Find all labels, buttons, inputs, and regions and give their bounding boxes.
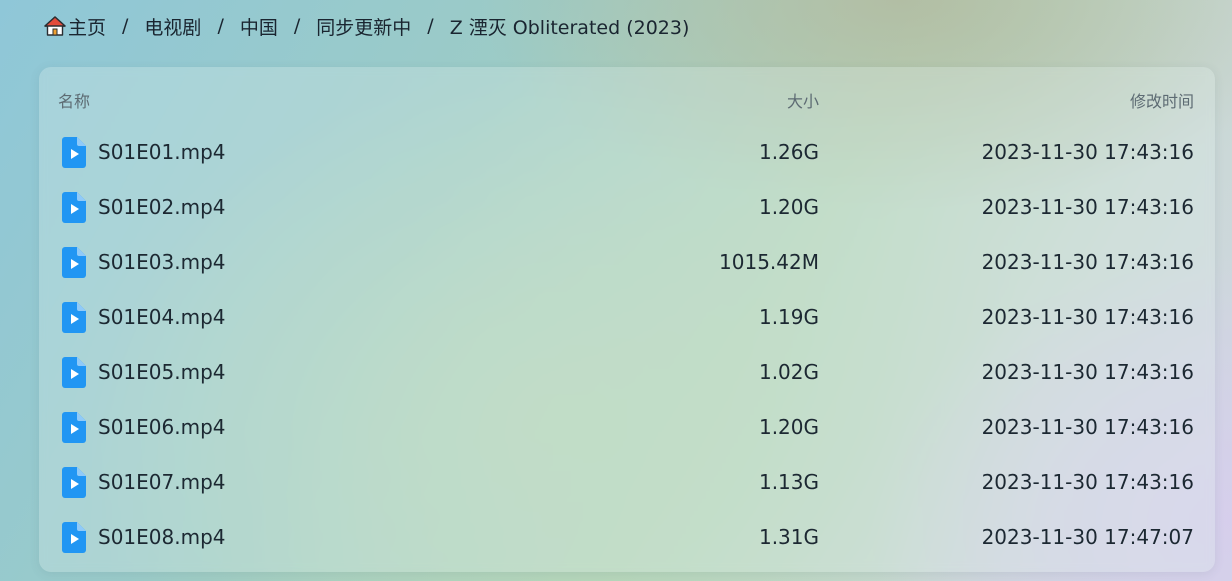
file-modified-time: 2023-11-30 17:43:16 bbox=[981, 195, 1194, 219]
table-row[interactable]: S01E03.mp4 1015.42M 2023-11-30 17:43:16 bbox=[39, 235, 1215, 290]
breadcrumb-separator: / bbox=[122, 15, 129, 37]
video-file-icon bbox=[62, 302, 86, 333]
column-header-size[interactable]: 大小 bbox=[787, 88, 819, 112]
file-name[interactable]: S01E02.mp4 bbox=[98, 195, 226, 219]
file-name[interactable]: S01E06.mp4 bbox=[98, 415, 226, 439]
file-modified-time: 2023-11-30 17:43:16 bbox=[981, 470, 1194, 494]
video-file-icon bbox=[62, 412, 86, 443]
table-row[interactable]: S01E04.mp4 1.19G 2023-11-30 17:43:16 bbox=[39, 290, 1215, 345]
video-file-icon bbox=[62, 192, 86, 223]
video-file-icon bbox=[62, 247, 86, 278]
video-file-icon bbox=[62, 137, 86, 168]
file-name[interactable]: S01E04.mp4 bbox=[98, 305, 226, 329]
breadcrumb-separator: / bbox=[217, 15, 224, 37]
file-size: 1.31G bbox=[758, 525, 819, 549]
file-name[interactable]: S01E05.mp4 bbox=[98, 360, 226, 384]
file-size: 1.20G bbox=[758, 195, 819, 219]
breadcrumb: 主页 / 电视剧 / 中国 / 同步更新中 / Z 湮灭 Obliterated… bbox=[44, 12, 689, 40]
table-row[interactable]: S01E01.mp4 1.26G 2023-11-30 17:43:16 bbox=[39, 125, 1215, 180]
video-file-icon bbox=[62, 522, 86, 553]
breadcrumb-separator: / bbox=[293, 15, 301, 37]
file-modified-time: 2023-11-30 17:47:07 bbox=[981, 525, 1194, 549]
breadcrumb-home[interactable]: 主页 bbox=[68, 13, 106, 40]
file-modified-time: 2023-11-30 17:43:16 bbox=[981, 250, 1194, 274]
house-icon[interactable] bbox=[44, 15, 66, 37]
file-list: S01E01.mp4 1.26G 2023-11-30 17:43:16 S01… bbox=[39, 125, 1215, 565]
table-row[interactable]: S01E05.mp4 1.02G 2023-11-30 17:43:16 bbox=[39, 345, 1215, 400]
file-size: 1.20G bbox=[758, 415, 819, 439]
file-name[interactable]: S01E08.mp4 bbox=[98, 525, 226, 549]
file-modified-time: 2023-11-30 17:43:16 bbox=[981, 360, 1194, 384]
file-name[interactable]: S01E03.mp4 bbox=[98, 250, 226, 274]
table-row[interactable]: S01E07.mp4 1.13G 2023-11-30 17:43:16 bbox=[39, 455, 1215, 510]
table-row[interactable]: S01E08.mp4 1.31G 2023-11-30 17:47:07 bbox=[39, 510, 1215, 565]
file-modified-time: 2023-11-30 17:43:16 bbox=[981, 140, 1194, 164]
file-size: 1.02G bbox=[758, 360, 819, 384]
file-name[interactable]: S01E01.mp4 bbox=[98, 140, 226, 164]
file-modified-time: 2023-11-30 17:43:16 bbox=[981, 305, 1194, 329]
table-header: 名称 大小 修改时间 bbox=[39, 86, 1215, 112]
file-size: 1015.42M bbox=[719, 250, 819, 274]
breadcrumb-updating[interactable]: 同步更新中 bbox=[316, 13, 411, 40]
file-size: 1.13G bbox=[758, 470, 819, 494]
breadcrumb-tv-series[interactable]: 电视剧 bbox=[144, 13, 201, 40]
file-modified-time: 2023-11-30 17:43:16 bbox=[981, 415, 1194, 439]
column-header-name[interactable]: 名称 bbox=[58, 88, 90, 112]
video-file-icon bbox=[62, 467, 86, 498]
breadcrumb-current-folder[interactable]: Z 湮灭 Obliterated (2023) bbox=[450, 13, 690, 40]
table-row[interactable]: S01E02.mp4 1.20G 2023-11-30 17:43:16 bbox=[39, 180, 1215, 235]
breadcrumb-separator: / bbox=[427, 15, 434, 37]
table-row[interactable]: S01E06.mp4 1.20G 2023-11-30 17:43:16 bbox=[39, 400, 1215, 455]
file-name[interactable]: S01E07.mp4 bbox=[98, 470, 226, 494]
column-header-modified[interactable]: 修改时间 bbox=[1130, 88, 1194, 112]
file-list-panel: 名称 大小 修改时间 S01E01.mp4 1.26G 2023-11-30 1… bbox=[39, 67, 1215, 572]
file-size: 1.26G bbox=[758, 140, 819, 164]
video-file-icon bbox=[62, 357, 86, 388]
breadcrumb-china[interactable]: 中国 bbox=[240, 13, 278, 40]
file-size: 1.19G bbox=[758, 305, 819, 329]
